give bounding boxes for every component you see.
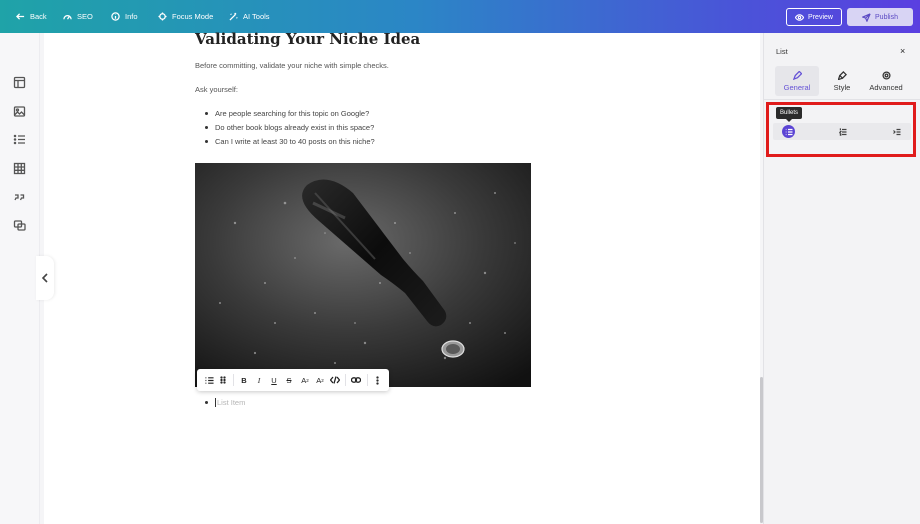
chevron-left-icon bbox=[41, 273, 48, 283]
list-item-placeholder: List Item bbox=[217, 398, 246, 407]
bullet-list[interactable]: Are people searching for this topic on G… bbox=[205, 106, 375, 148]
toolbar-divider bbox=[367, 374, 368, 386]
list-item[interactable]: Are people searching for this topic on G… bbox=[205, 106, 375, 120]
seo-button[interactable]: SEO bbox=[63, 0, 93, 33]
toolbar-divider bbox=[345, 374, 346, 386]
send-icon bbox=[862, 12, 871, 22]
ai-tools-label: AI Tools bbox=[243, 12, 270, 21]
publish-button[interactable]: Publish bbox=[847, 8, 913, 26]
bold-button[interactable]: B bbox=[238, 369, 250, 391]
link-icon bbox=[351, 377, 361, 383]
image-icon[interactable] bbox=[13, 105, 26, 118]
info-icon bbox=[111, 12, 120, 21]
panel-divider bbox=[764, 99, 920, 100]
code-icon bbox=[330, 376, 340, 384]
highlight-box bbox=[766, 102, 916, 157]
underline-button[interactable]: U bbox=[268, 369, 280, 391]
list-icon bbox=[204, 376, 214, 384]
list-type-button[interactable] bbox=[203, 369, 215, 391]
brush-icon bbox=[837, 70, 847, 80]
panel-title: List bbox=[776, 47, 788, 56]
back-button[interactable]: Back bbox=[16, 0, 47, 33]
drag-icon bbox=[220, 376, 226, 384]
bottle-photo bbox=[195, 163, 531, 387]
focus-mode-label: Focus Mode bbox=[172, 12, 214, 21]
text-cursor bbox=[215, 398, 216, 407]
focus-mode-button[interactable]: Focus Mode bbox=[158, 0, 213, 33]
collapse-sidebar-button[interactable] bbox=[36, 256, 54, 300]
seo-label: SEO bbox=[77, 12, 93, 21]
tab-style-label: Style bbox=[833, 82, 851, 92]
ask-paragraph[interactable]: Ask yourself: bbox=[195, 85, 238, 94]
article-image[interactable] bbox=[195, 163, 531, 387]
superscript-button[interactable]: A2 bbox=[299, 369, 311, 391]
quote-icon[interactable] bbox=[13, 190, 26, 203]
preview-label: Preview bbox=[808, 13, 833, 21]
ai-tools-button[interactable]: AI Tools bbox=[229, 0, 270, 33]
back-label: Back bbox=[30, 12, 47, 21]
info-label: Info bbox=[125, 12, 138, 21]
close-panel-button[interactable]: × bbox=[900, 46, 905, 56]
strikethrough-button[interactable]: S bbox=[283, 369, 295, 391]
more-options-button[interactable] bbox=[371, 369, 383, 391]
pencil-icon bbox=[792, 70, 802, 80]
drag-handle[interactable] bbox=[218, 369, 228, 391]
italic-button[interactable]: I bbox=[253, 369, 265, 391]
publish-label: Publish bbox=[875, 13, 898, 21]
tab-advanced-label: Advanced bbox=[869, 82, 903, 92]
list-item[interactable]: Can I write at least 30 to 40 posts on t… bbox=[205, 134, 375, 148]
left-toolbar bbox=[0, 33, 40, 524]
link-button[interactable] bbox=[349, 369, 363, 391]
focus-icon bbox=[158, 12, 167, 21]
tab-style[interactable]: Style bbox=[820, 66, 864, 96]
layout-icon[interactable] bbox=[13, 76, 26, 89]
tab-general-label: General bbox=[783, 82, 811, 92]
more-vertical-icon bbox=[375, 375, 379, 385]
embed-icon[interactable] bbox=[13, 219, 26, 232]
tab-general[interactable]: General bbox=[775, 66, 819, 96]
table-icon[interactable] bbox=[13, 162, 26, 175]
article-heading[interactable]: Validating Your Niche Idea bbox=[195, 30, 420, 48]
new-list-item[interactable]: List Item bbox=[205, 398, 245, 407]
format-toolbar: B I U S A2 A2 bbox=[197, 369, 389, 391]
top-bar: Back SEO Info Focus Mode AI Tools Previe… bbox=[0, 0, 920, 33]
code-button[interactable] bbox=[329, 369, 341, 391]
arrow-left-icon bbox=[16, 13, 25, 20]
tab-advanced[interactable]: Advanced bbox=[864, 66, 908, 96]
intro-paragraph[interactable]: Before committing, validate your niche w… bbox=[195, 61, 389, 70]
preview-button[interactable]: Preview bbox=[786, 8, 842, 26]
info-button[interactable]: Info bbox=[111, 0, 138, 33]
magic-wand-icon bbox=[229, 12, 238, 21]
toolbar-divider bbox=[233, 374, 234, 386]
subscript-button[interactable]: A2 bbox=[314, 369, 326, 391]
list-item[interactable]: Do other book blogs already exist in thi… bbox=[205, 120, 375, 134]
list-icon[interactable] bbox=[13, 133, 26, 146]
gauge-icon bbox=[63, 14, 72, 20]
gear-icon bbox=[881, 70, 891, 80]
eye-icon bbox=[795, 13, 805, 21]
